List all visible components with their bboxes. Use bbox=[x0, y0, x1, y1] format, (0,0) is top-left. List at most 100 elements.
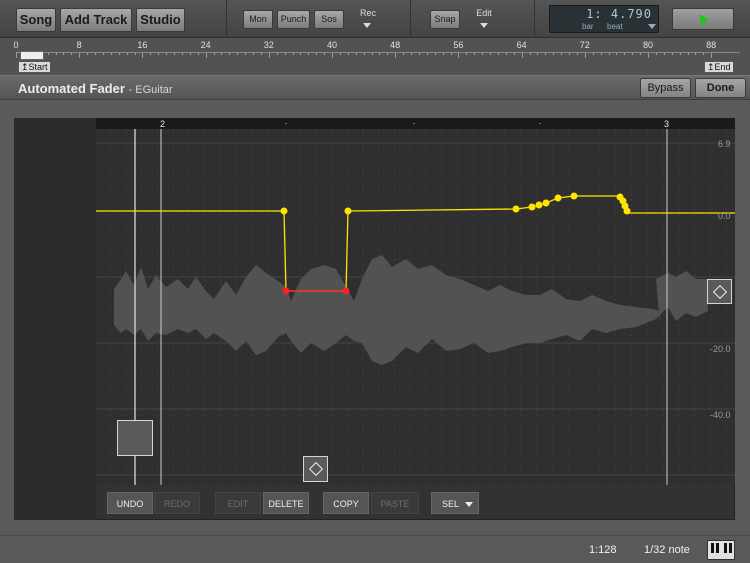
ruler-number: 48 bbox=[390, 40, 401, 50]
undo-button[interactable]: UNDO bbox=[107, 492, 153, 514]
edit-label: Edit bbox=[476, 8, 492, 18]
automation-point[interactable] bbox=[554, 194, 562, 202]
snap-button[interactable]: Snap bbox=[430, 10, 460, 29]
punch-button[interactable]: Punch bbox=[277, 10, 310, 29]
horizontal-scroll-handle[interactable] bbox=[117, 420, 153, 456]
mon-button[interactable]: Mon bbox=[243, 10, 273, 29]
ruler-tick bbox=[158, 52, 160, 55]
ruler-tick bbox=[229, 52, 231, 55]
position-chevron-down-icon bbox=[648, 24, 656, 29]
ruler-tick bbox=[521, 52, 523, 58]
ruler-tick bbox=[703, 52, 705, 55]
ruler-tick bbox=[363, 52, 365, 55]
ruler-tick bbox=[134, 52, 136, 55]
db-label-minus-40: -40.0 bbox=[710, 410, 731, 420]
automation-point[interactable] bbox=[280, 207, 288, 215]
automation-point[interactable] bbox=[344, 207, 352, 215]
zoom-level[interactable]: 1:128 bbox=[589, 544, 617, 556]
ruler-tick bbox=[181, 52, 183, 55]
add-track-button[interactable]: Add Track bbox=[60, 8, 132, 32]
ruler-number: 80 bbox=[642, 40, 654, 50]
ruler-tick bbox=[679, 52, 681, 55]
diamond-icon bbox=[308, 461, 323, 477]
editor-bar-ruler[interactable] bbox=[96, 118, 735, 129]
ruler-tick bbox=[671, 52, 673, 55]
vertical-zoom-handle[interactable] bbox=[707, 279, 732, 304]
ruler-tick bbox=[197, 52, 199, 55]
ruler-tick bbox=[268, 52, 270, 58]
song-button[interactable]: Song bbox=[16, 8, 56, 32]
ruler-tick bbox=[308, 52, 310, 55]
ruler-tick bbox=[71, 52, 73, 55]
timeline-ruler[interactable]: 0 8 16 24 32 40 48 56 64 72 80 88 bbox=[0, 38, 750, 75]
done-button[interactable]: Done bbox=[695, 78, 746, 98]
ruler-tick bbox=[418, 52, 420, 55]
automation-point[interactable] bbox=[528, 203, 536, 211]
ruler-tick bbox=[55, 52, 57, 55]
automation-point[interactable] bbox=[512, 205, 520, 213]
automation-editor-screen: Song Add Track Studio Mon Punch Sos Rec … bbox=[0, 0, 750, 563]
studio-button[interactable]: Studio bbox=[136, 8, 185, 32]
ruler-tick bbox=[276, 52, 278, 55]
ruler-tick bbox=[221, 52, 223, 55]
sos-button[interactable]: Sos bbox=[314, 10, 344, 29]
edit-chevron-down-icon bbox=[480, 23, 488, 28]
start-marker-label: Start bbox=[28, 62, 48, 72]
ruler-tick bbox=[584, 52, 586, 58]
ruler-tick bbox=[466, 52, 468, 55]
automation-point[interactable] bbox=[623, 207, 631, 215]
automation-point[interactable] bbox=[535, 201, 543, 209]
sel-label: SEL bbox=[442, 499, 460, 509]
ruler-tick bbox=[395, 52, 397, 58]
ruler-tick bbox=[300, 52, 302, 55]
redo-button[interactable]: REDO bbox=[154, 492, 200, 514]
ruler-tick bbox=[324, 52, 326, 55]
ruler-tick bbox=[648, 52, 649, 58]
play-button[interactable] bbox=[672, 8, 734, 30]
ruler-tick bbox=[102, 52, 104, 55]
position-display[interactable]: 1: 4.790 bar beat bbox=[549, 5, 659, 33]
selected-point[interactable] bbox=[342, 287, 350, 295]
delete-button[interactable]: DELETE bbox=[263, 492, 309, 514]
grid-resolution[interactable]: 1/32 note bbox=[644, 544, 690, 556]
ruler-tick bbox=[95, 52, 96, 55]
ruler-tick bbox=[442, 52, 444, 55]
top-toolbar: Song Add Track Studio Mon Punch Sos Rec … bbox=[0, 0, 750, 38]
ruler-number: 16 bbox=[137, 40, 148, 50]
horizontal-zoom-handle[interactable] bbox=[303, 456, 328, 482]
ruler-tick bbox=[687, 52, 689, 55]
ruler-tick bbox=[126, 52, 128, 55]
paste-button[interactable]: PASTE bbox=[371, 492, 419, 514]
ruler-tick bbox=[150, 52, 152, 55]
ruler-tick bbox=[569, 52, 570, 55]
automation-point[interactable] bbox=[570, 192, 578, 200]
sel-dropdown[interactable]: SEL bbox=[431, 492, 479, 514]
ruler-tick bbox=[205, 52, 207, 58]
ruler-tick bbox=[537, 52, 539, 55]
bypass-button[interactable]: Bypass bbox=[640, 78, 691, 98]
ruler-tick bbox=[332, 52, 333, 58]
automation-svg[interactable] bbox=[96, 129, 735, 485]
toolbar-divider bbox=[534, 0, 535, 38]
db-label-6-9: 6.9 bbox=[718, 139, 731, 149]
ruler-tick bbox=[655, 52, 657, 55]
ruler-tick bbox=[339, 52, 341, 55]
start-marker[interactable]: ↥Start bbox=[18, 61, 51, 73]
automation-point[interactable] bbox=[542, 199, 550, 207]
playhead-region[interactable] bbox=[20, 51, 44, 60]
diamond-icon bbox=[712, 284, 727, 299]
ruler-tick bbox=[695, 52, 697, 55]
selected-point[interactable] bbox=[282, 287, 290, 295]
ruler-tick bbox=[316, 52, 318, 55]
ruler-tick bbox=[640, 52, 642, 55]
copy-button[interactable]: COPY bbox=[323, 492, 369, 514]
ruler-tick bbox=[189, 52, 191, 55]
status-bar: 1:128 1/32 note bbox=[0, 535, 750, 563]
ruler-tick bbox=[553, 52, 555, 55]
keyboard-icon[interactable] bbox=[707, 540, 735, 560]
automation-canvas[interactable] bbox=[96, 129, 735, 485]
ruler-tick bbox=[624, 52, 626, 55]
edit-button[interactable]: EDIT bbox=[215, 492, 261, 514]
end-marker[interactable]: ↥End bbox=[704, 61, 734, 73]
ruler-tick bbox=[292, 52, 294, 55]
